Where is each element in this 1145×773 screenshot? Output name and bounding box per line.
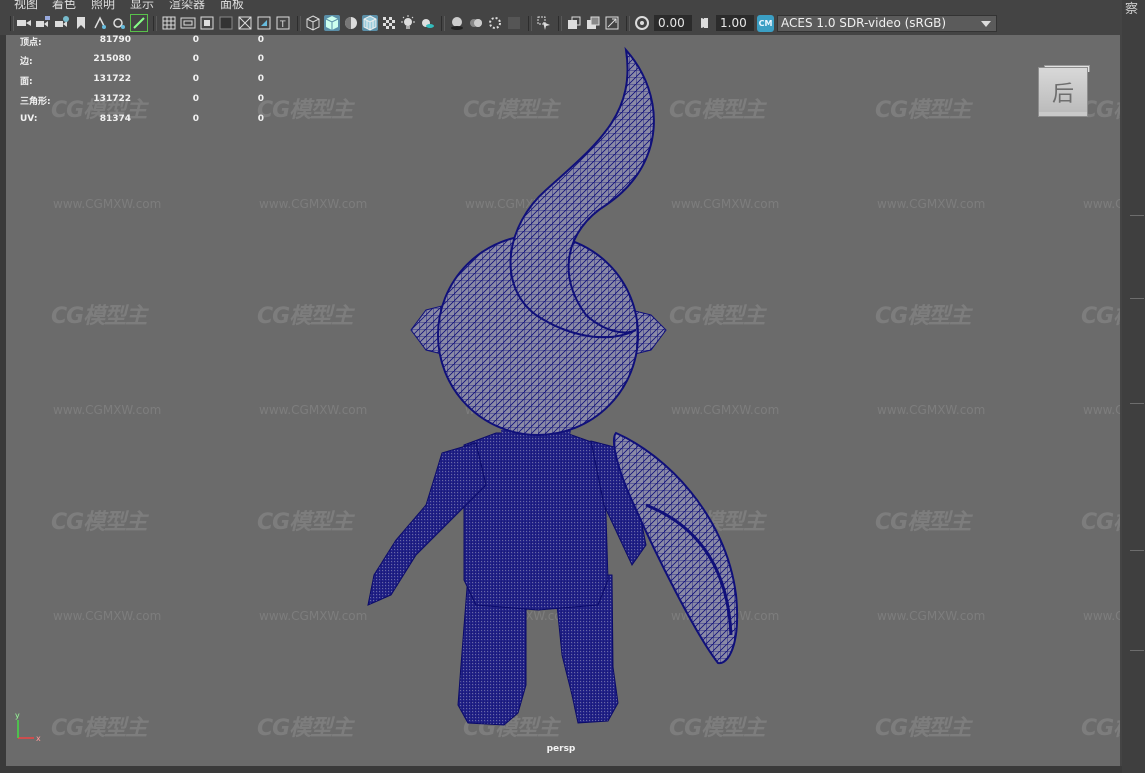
hud-stat-label: 顶点: [20,38,42,48]
grid-icon[interactable] [161,15,177,31]
default-material-icon[interactable] [343,15,359,31]
hud-stat-value: 0 [257,114,264,124]
view-transform-value: ACES 1.0 SDR-video (sRGB) [781,16,947,30]
panel-divider [1130,550,1144,551]
toolbar-separator [441,16,445,31]
panel-divider [1130,650,1144,651]
svg-text:T: T [279,20,286,30]
gamma-icon[interactable] [696,15,712,31]
hud-stat-value: 81374 [99,114,131,124]
camera-lock-icon[interactable] [54,15,70,31]
menu-show[interactable]: 显示 [130,0,154,12]
right-panel-tabs: 察 [1122,0,1145,773]
resolution-gate-icon[interactable] [199,15,215,31]
menu-bar: 视图 着色 照明 显示 渲染器 面板 [0,0,1145,12]
toolbar-separator [558,16,562,31]
perspective-viewport[interactable]: CG模型主 www.CGMXW.com CG模型主 www.CGMXW.com CG模型… [6,35,1120,766]
hud-stat-label: 三角形: [20,97,51,107]
chevron-down-icon [981,21,991,27]
toolbar-separator [626,16,630,31]
hud-stat-value: 131722 [93,74,131,84]
panel-toolbar: T 0.00 1.00 CM ACES 1.0 SDR-video (sRGB) [0,12,1145,35]
panel-divider [1130,403,1144,404]
shadows-icon[interactable] [419,15,435,31]
gate-mask-icon[interactable] [218,15,234,31]
gamma-field[interactable]: 1.00 [716,15,754,31]
hud-stat-label: UV: [20,114,38,124]
wireframe-on-shaded-icon[interactable] [362,15,378,31]
exposure-icon[interactable] [634,15,650,31]
axis-gizmo: y x [15,711,41,743]
hud-stat-value: 0 [192,74,199,84]
grease-pencil-icon[interactable] [130,14,148,32]
isolate-select-icon[interactable] [536,15,552,31]
color-management-icon[interactable]: CM [757,15,774,32]
depth-of-field-icon[interactable] [506,15,522,31]
backface-culling-icon[interactable] [604,15,620,31]
xray-joints-icon[interactable] [585,15,601,31]
menu-renderer[interactable]: 渲染器 [169,0,205,12]
hud-stat-value: 131722 [93,94,131,104]
motion-blur-icon[interactable] [468,15,484,31]
toolbar-separator [153,16,157,31]
xray-icon[interactable] [566,15,582,31]
lights-icon[interactable] [400,15,416,31]
toolbar-separator [297,16,301,31]
viewcube[interactable]: 后 [1038,67,1088,117]
hud-stat-value: 0 [192,94,199,104]
image-plane-icon[interactable] [92,15,108,31]
hud-stat-label: 边: [20,57,33,67]
camera-attributes-icon[interactable] [35,15,51,31]
hud-stat-value: 0 [257,54,264,64]
axis-y-label: y [15,711,20,720]
hud-stat-value: 81790 [99,35,131,45]
camera-select-icon[interactable] [16,15,32,31]
view-transform-dropdown[interactable]: ACES 1.0 SDR-video (sRGB) [777,15,997,32]
hud-stat-label: 面: [20,77,33,87]
attribute-editor-tab[interactable]: 察 [1125,0,1138,17]
hud-stat-value: 0 [192,35,199,45]
torso [463,432,609,611]
hud-stat-value: 0 [192,114,199,124]
two-d-pan-icon[interactable] [111,15,127,31]
field-chart-icon[interactable] [237,15,253,31]
menu-shading[interactable]: 着色 [52,0,76,12]
textured-icon[interactable] [381,15,397,31]
safe-action-icon[interactable] [256,15,272,31]
anti-aliasing-icon[interactable] [487,15,503,31]
hud-stat-value: 0 [192,54,199,64]
menu-lighting[interactable]: 照明 [91,0,115,12]
hud-stat-value: 0 [257,74,264,84]
toolbar-separator [528,16,532,31]
toolbar-separator [10,16,14,31]
hud-stat-value: 0 [257,35,264,45]
camera-name-label: persp [546,744,576,754]
character-model[interactable] [6,35,1120,766]
menu-panels[interactable]: 面板 [220,0,244,12]
panel-divider [1130,215,1144,216]
film-gate-icon[interactable] [180,15,196,31]
smooth-shade-icon[interactable] [324,15,340,31]
menu-view[interactable]: 视图 [14,0,38,12]
axis-x-label: x [36,734,41,743]
safe-title-icon[interactable]: T [275,15,291,31]
panel-divider [1130,298,1144,299]
hud-stat-value: 0 [257,94,264,104]
exposure-field[interactable]: 0.00 [654,15,692,31]
bottom-border [0,766,1122,773]
screen-space-ao-icon[interactable] [449,15,465,31]
bookmark-icon[interactable] [73,15,89,31]
viewcube-face-label: 后 [1051,82,1074,107]
hud-stat-value: 215080 [93,54,131,64]
wireframe-icon[interactable] [305,15,321,31]
